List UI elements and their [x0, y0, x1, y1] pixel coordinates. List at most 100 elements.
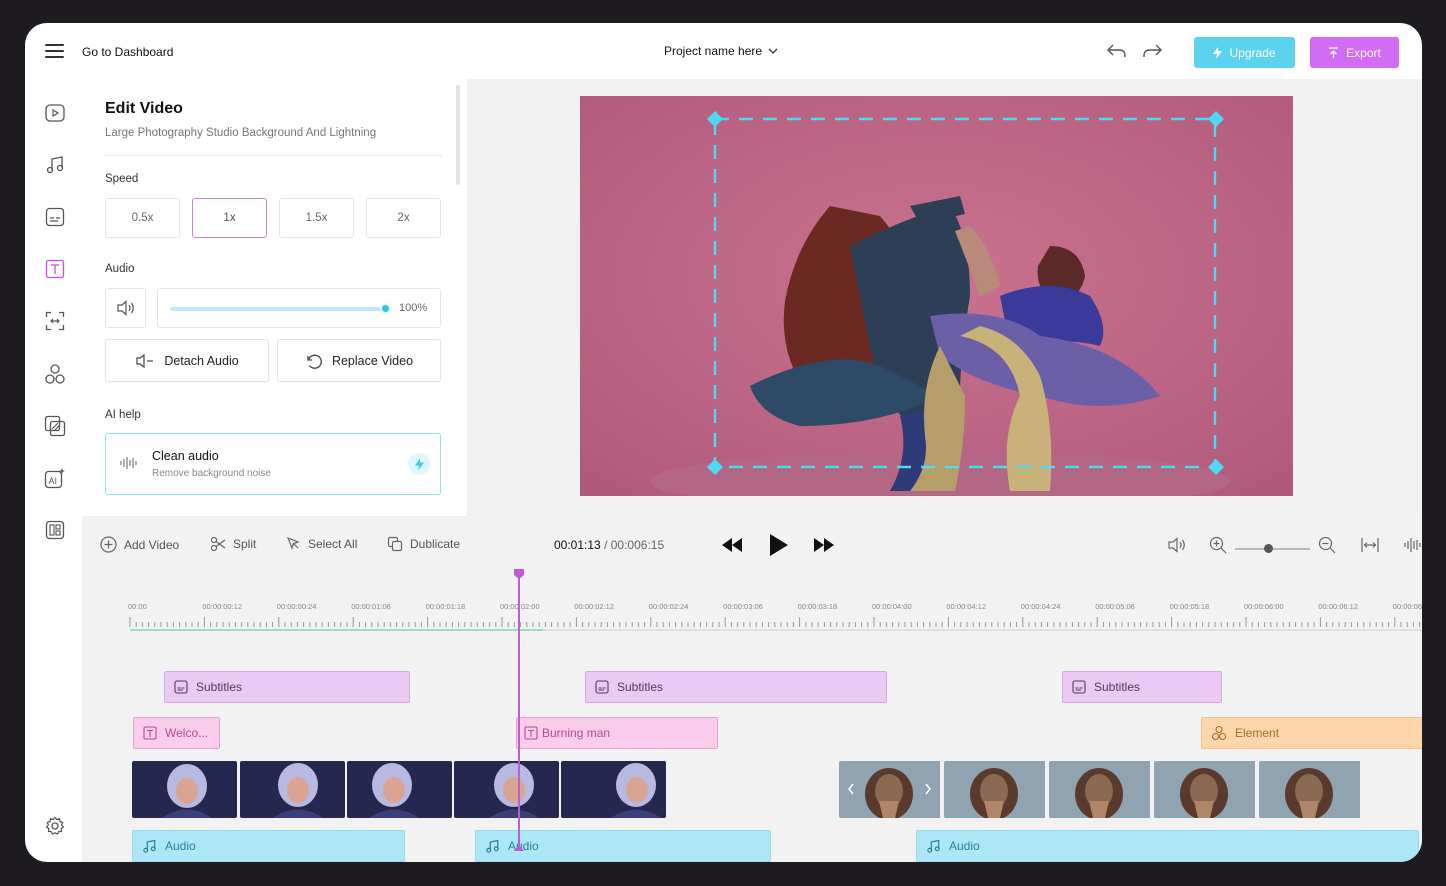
crop-icon[interactable] — [44, 310, 66, 332]
fit-timeline-button[interactable] — [1356, 532, 1384, 558]
video-icon[interactable] — [44, 102, 66, 124]
audio-clip-label: Audio — [949, 839, 980, 853]
clean-audio-title: Clean audio — [152, 449, 219, 463]
mute-button[interactable] — [105, 288, 146, 328]
add-video-label: Add Video — [124, 537, 180, 552]
audio-clip[interactable]: Audio — [132, 830, 405, 862]
zoom-slider-handle[interactable] — [1264, 544, 1273, 553]
undo-icon[interactable] — [1105, 40, 1129, 62]
duplicate-label: Dublicate — [410, 537, 461, 551]
video-frame-thumbnail[interactable] — [1259, 761, 1364, 818]
export-button[interactable]: Export — [1310, 37, 1399, 68]
text-clip-label: Burning man — [542, 726, 611, 740]
volume-slider-track[interactable] — [170, 307, 387, 311]
subtitle-clip[interactable]: Subtitles — [585, 671, 887, 703]
audio-clip-label: Audio — [165, 839, 196, 853]
text-clip[interactable]: Welco... — [133, 717, 220, 749]
ruler-tick-label: 00:00:00:24 — [276, 602, 317, 611]
detach-audio-button[interactable]: Detach Audio — [105, 339, 269, 382]
music-icon — [143, 839, 156, 853]
audio-clip[interactable]: Audio — [916, 830, 1419, 862]
overlay-icon[interactable] — [44, 415, 66, 437]
play-button[interactable] — [764, 532, 792, 558]
video-frame-thumbnail[interactable] — [1049, 761, 1154, 818]
fast-forward-button[interactable] — [810, 532, 838, 558]
speed-option-1-5x[interactable]: 1.5x — [279, 198, 354, 238]
plus-circle-icon — [100, 536, 117, 553]
speed-option-1x[interactable]: 1x — [192, 198, 267, 238]
element-clip-label: Element — [1235, 726, 1280, 740]
zoom-in-button[interactable] — [1204, 532, 1232, 558]
video-frame-thumbnail[interactable] — [454, 761, 559, 818]
text-icon — [143, 726, 157, 740]
rewind-button[interactable] — [718, 532, 746, 558]
ruler-tick-label: 00:00:03:18 — [797, 602, 838, 611]
subtitle-icon[interactable] — [44, 206, 66, 228]
video-frame-thumbnail[interactable] — [1154, 761, 1259, 818]
text-icon[interactable] — [44, 258, 66, 280]
go-to-dashboard-link[interactable]: Go to Dashboard — [82, 45, 173, 59]
settings-icon[interactable] — [44, 815, 66, 837]
clean-audio-description: Remove background noise — [152, 468, 271, 479]
speed-option-2x[interactable]: 2x — [366, 198, 441, 238]
ruler-tick-label: 00:00:01:06 — [351, 602, 391, 611]
chevron-right-icon[interactable] — [924, 783, 932, 795]
zoom-out-button[interactable] — [1313, 532, 1341, 558]
video-frame-thumbnail[interactable] — [132, 761, 237, 818]
subtitle-clip[interactable]: Subtitles — [1062, 671, 1222, 703]
replace-video-button[interactable]: Replace Video — [277, 339, 441, 382]
upgrade-button[interactable]: Upgrade — [1194, 37, 1295, 68]
playhead-handle[interactable] — [513, 568, 525, 580]
video-frame-thumbnail[interactable] — [561, 761, 666, 818]
zoom-out-icon — [1318, 536, 1336, 554]
music-icon — [486, 839, 499, 853]
waveform-toggle-button[interactable] — [1398, 532, 1422, 558]
video-frame-thumbnail[interactable] — [240, 761, 345, 818]
clean-audio-card[interactable]: Clean audio Remove background noise — [105, 433, 441, 495]
template-icon[interactable] — [44, 519, 66, 541]
fast-forward-icon — [814, 538, 834, 552]
split-button[interactable]: Split — [210, 536, 256, 552]
zoom-in-icon — [1209, 536, 1227, 554]
subtitle-clip-label: Subtitles — [617, 680, 664, 694]
copy-icon — [387, 536, 403, 552]
project-name-dropdown[interactable]: Project name here — [664, 44, 778, 58]
ruler-tick-label: 00:00:03:06 — [723, 602, 763, 611]
music-icon[interactable] — [44, 154, 66, 176]
text-clip-label: Welco... — [165, 726, 209, 740]
redo-icon[interactable] — [1140, 40, 1164, 62]
play-icon — [770, 534, 788, 556]
zoom-slider[interactable] — [1235, 544, 1310, 554]
subtitle-clip[interactable]: Subtitles — [164, 671, 410, 703]
video-frame-thumbnail[interactable] — [944, 761, 1049, 818]
top-bar: Go to Dashboard Project name here Upgrad… — [25, 23, 1422, 83]
duplicate-button[interactable]: Dublicate — [387, 536, 460, 552]
video-frame-thumbnail[interactable] — [839, 761, 944, 818]
timeline: Add Video Split Select All Dublicate 00:… — [82, 516, 1422, 862]
add-video-button[interactable]: Add Video — [100, 536, 179, 553]
fit-width-icon — [1361, 538, 1379, 552]
elements-icon[interactable] — [44, 363, 66, 385]
ruler-tick-label: 00:00:04:12 — [946, 602, 987, 611]
element-clip[interactable]: Element — [1201, 717, 1422, 749]
svg-text:AI: AI — [49, 476, 58, 486]
playhead-line[interactable] — [518, 573, 520, 851]
volume-slider-handle[interactable] — [380, 303, 391, 314]
rewind-icon — [722, 538, 742, 552]
speaker-off-icon — [136, 353, 154, 368]
chevron-left-icon[interactable] — [847, 783, 855, 795]
menu-icon[interactable] — [45, 44, 64, 58]
text-clip[interactable]: Burning man — [516, 717, 718, 749]
panel-title: Edit Video — [105, 100, 183, 117]
timeline-volume-button[interactable] — [1163, 532, 1191, 558]
ai-icon[interactable]: AI — [44, 467, 66, 489]
crop-frame[interactable] — [705, 108, 1225, 478]
speed-option-0-5x[interactable]: 0.5x — [105, 198, 180, 238]
panel-scrollbar[interactable] — [456, 85, 460, 185]
detach-audio-label: Detach Audio — [164, 353, 239, 368]
video-frame-thumbnail[interactable] — [347, 761, 452, 818]
scissors-icon — [210, 536, 226, 552]
select-all-button[interactable]: Select All — [286, 536, 357, 551]
replace-video-label: Replace Video — [331, 353, 414, 368]
chevron-down-icon — [768, 48, 778, 54]
